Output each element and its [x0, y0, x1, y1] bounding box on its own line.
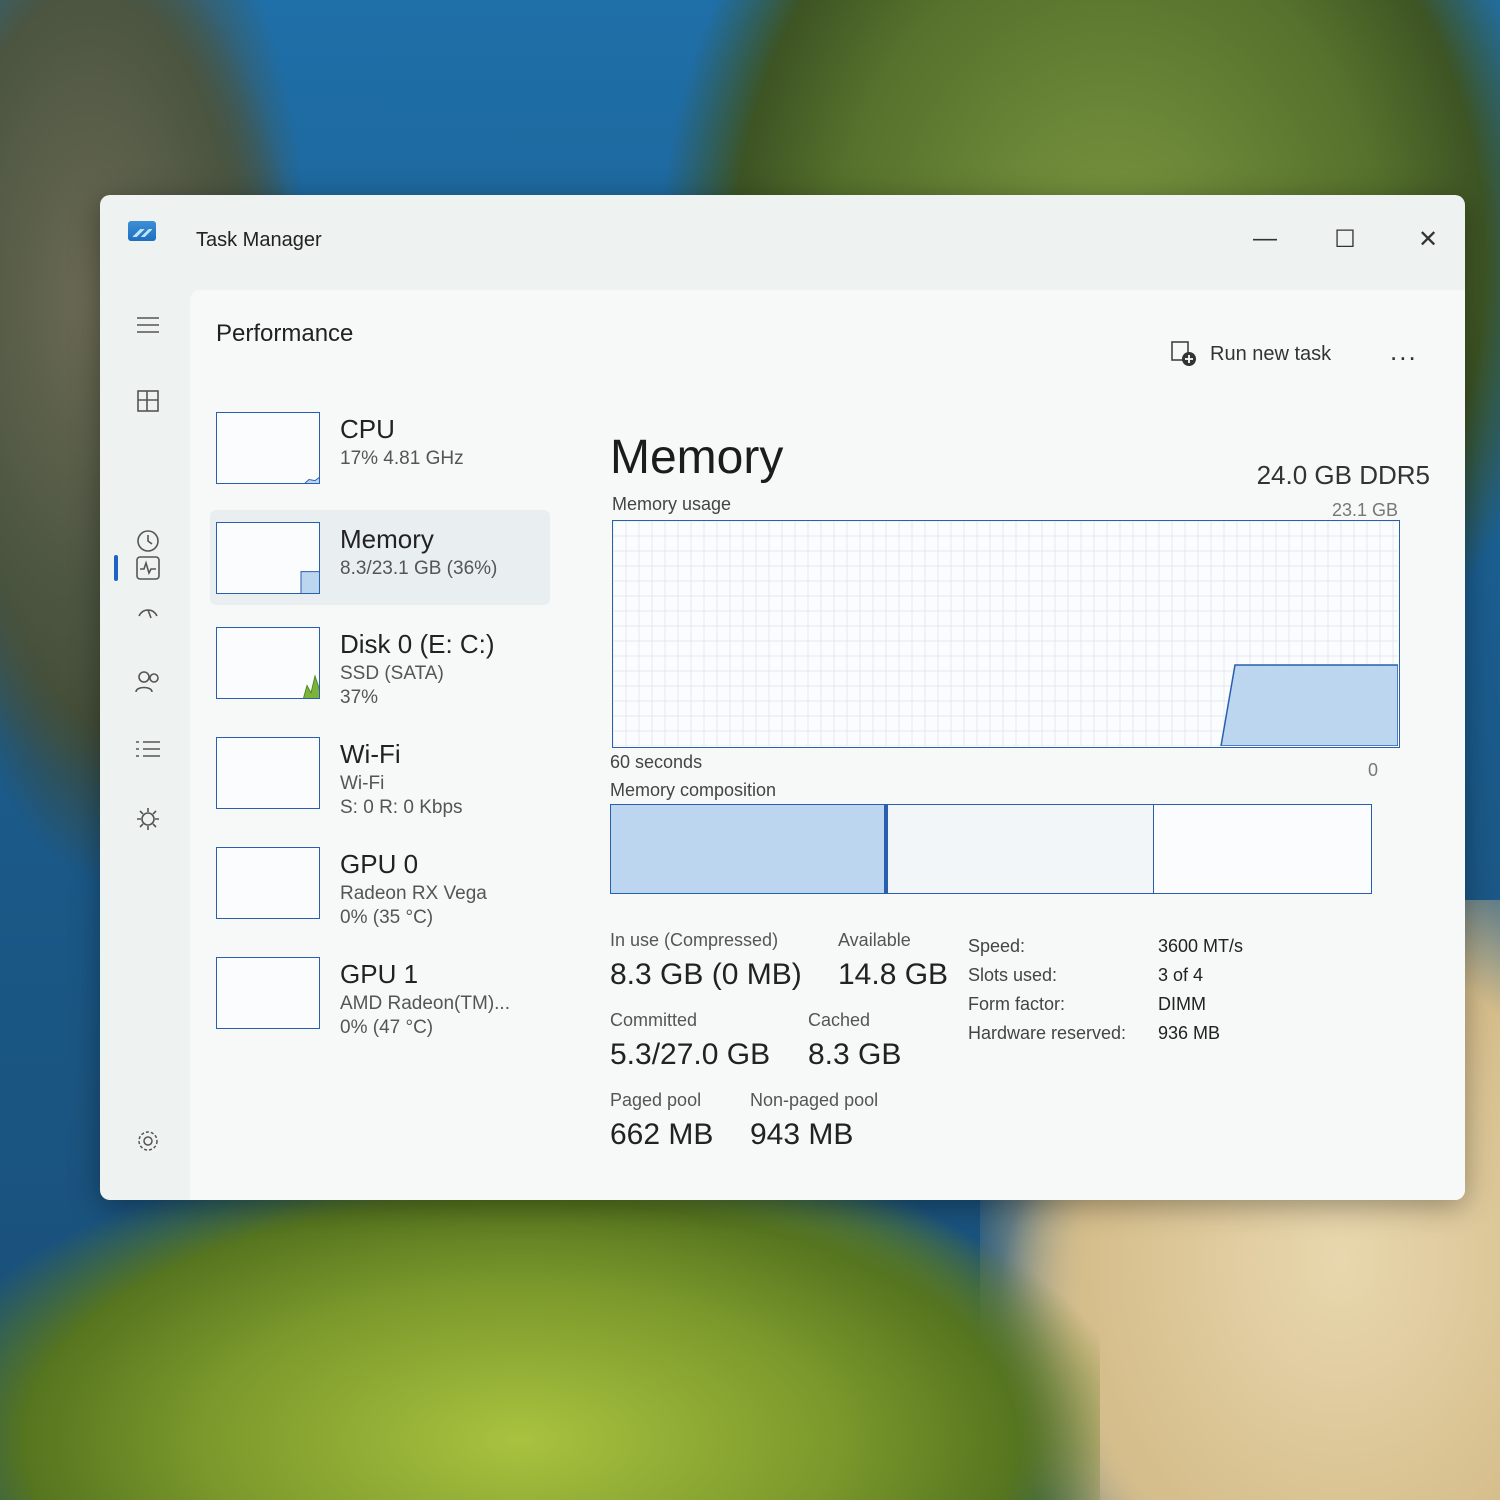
services-icon[interactable] — [130, 801, 166, 837]
minimize-button[interactable]: — — [1235, 219, 1295, 259]
composition-in-use-segment — [611, 805, 885, 893]
form-factor-label: Form factor: — [968, 994, 1066, 1014]
speed-label: Speed: — [968, 936, 1026, 956]
memory-usage-chart — [612, 520, 1399, 747]
non-paged-pool-value: 943 MB — [750, 1118, 854, 1151]
non-paged-pool-label: Non-paged pool — [750, 1090, 879, 1110]
sidebar-item-gpu-0[interactable]: GPU 0 Radeon RX Vega 0% (35 °C) — [210, 835, 550, 930]
time-span-label: 60 seconds — [610, 752, 703, 772]
sidebar-item-detail-2: 37% — [340, 687, 379, 708]
sidebar-item-detail-2: 0% (35 °C) — [340, 907, 434, 928]
in-use-value: 8.3 GB (0 MB) — [610, 958, 802, 991]
zero-label: 0 — [1367, 760, 1378, 780]
memory-usage-label: Memory usage — [612, 494, 732, 514]
run-new-task-button[interactable]: Run new task — [1170, 340, 1331, 368]
sidebar-item-disk-0-e-c[interactable]: Disk 0 (E: C:) SSD (SATA) 37% — [210, 615, 550, 710]
performance-sidebar: CPU 17% 4.81 GHz Memory 8.3/23.1 GB (36%) Di… — [210, 400, 555, 1160]
page-title: Performance — [216, 320, 354, 347]
close-button[interactable]: ✕ — [1398, 219, 1458, 259]
startup-apps-icon[interactable] — [130, 595, 166, 631]
content-pane: Performance Run new task ... CPU 17% 4.81… — [190, 290, 1465, 1200]
sidebar-thumbnail-graph — [216, 737, 320, 809]
more-options-button[interactable]: ... — [1390, 336, 1418, 367]
sidebar-item-detail: Radeon RX Vega — [340, 883, 487, 904]
sidebar-item-name: CPU — [340, 414, 395, 444]
sidebar-item-detail-2: S: 0 R: 0 Kbps — [340, 797, 463, 818]
memory-max-label: 23.1 GB — [1331, 500, 1398, 520]
sidebar-item-detail: SSD (SATA) — [340, 663, 444, 684]
sidebar-item-detail: 17% 4.81 GHz — [340, 448, 464, 469]
run-task-icon — [1171, 341, 1196, 366]
sidebar-item-gpu-1[interactable]: GPU 1 AMD Radeon(TM)... 0% (47 °C) — [210, 945, 550, 1040]
sidebar-thumbnail-graph — [216, 627, 320, 699]
sidebar-item-memory[interactable]: Memory 8.3/23.1 GB (36%) — [210, 510, 550, 605]
sidebar-thumbnail-graph — [216, 847, 320, 919]
app-history-icon[interactable] — [130, 523, 166, 559]
sidebar-item-name: GPU 0 — [340, 849, 419, 879]
maximize-button[interactable]: ☐ — [1315, 219, 1375, 259]
sidebar-item-cpu[interactable]: CPU 17% 4.81 GHz — [210, 400, 550, 495]
sidebar-thumbnail-graph — [216, 412, 320, 484]
sidebar-item-detail: 8.3/23.1 GB (36%) — [340, 558, 498, 579]
nav-active-indicator — [114, 555, 118, 581]
committed-label: Committed — [610, 1010, 698, 1030]
memory-detail-panel: Memory 24.0 GB DDR5 Memory usage 23.1 GB… — [610, 400, 1430, 1190]
cached-label: Cached — [808, 1010, 871, 1030]
slots-used-label: Slots used: — [968, 965, 1058, 985]
run-new-task-label: Run new task — [1210, 342, 1332, 365]
memory-type: 24.0 GB DDR5 — [1256, 460, 1430, 490]
sidebar-item-detail-2: 0% (47 °C) — [340, 1017, 434, 1038]
form-factor-value: DIMM — [1158, 994, 1206, 1014]
sidebar-item-name: Wi-Fi — [340, 739, 401, 769]
sidebar-thumbnail-series — [303, 674, 319, 698]
available-label: Available — [838, 930, 911, 950]
composition-free-segment — [1154, 805, 1371, 893]
slots-used-value: 3 of 4 — [1158, 965, 1204, 985]
speed-value: 3600 MT/s — [1158, 936, 1244, 956]
cached-value: 8.3 GB — [808, 1038, 902, 1071]
sidebar-item-name: GPU 1 — [340, 959, 419, 989]
memory-title: Memory — [610, 431, 784, 484]
memory-usage-area — [1220, 664, 1399, 747]
wallpaper-hill — [0, 1180, 1100, 1500]
memory-usage-graph — [612, 520, 1400, 748]
hardware-reserved-value: 936 MB — [1158, 1023, 1221, 1043]
nav-rail — [100, 285, 190, 1200]
sidebar-item-wi-fi[interactable]: Wi-Fi Wi-Fi S: 0 R: 0 Kbps — [210, 725, 550, 820]
in-use-label: In use (Compressed) — [610, 930, 779, 950]
committed-value: 5.3/27.0 GB — [610, 1038, 771, 1071]
sidebar-thumbnail-series — [304, 477, 319, 483]
details-icon[interactable] — [130, 731, 166, 767]
sidebar-item-name: Memory — [340, 524, 434, 554]
window-title: Task Manager — [196, 229, 322, 251]
composition-standby-segment — [888, 805, 1155, 893]
sidebar-item-name: Disk 0 (E: C:) — [340, 629, 495, 659]
hamburger-icon[interactable] — [130, 307, 166, 343]
task-manager-logo-icon — [128, 221, 156, 241]
sidebar-thumbnail-graph — [216, 522, 320, 594]
task-manager-window: Task Manager — ☐ ✕ Performance Run new t… — [100, 195, 1465, 1200]
users-icon[interactable] — [130, 663, 166, 699]
memory-composition-label: Memory composition — [610, 780, 777, 800]
paged-pool-value: 662 MB — [610, 1118, 714, 1151]
sidebar-item-detail: AMD Radeon(TM)... — [340, 993, 510, 1014]
paged-pool-label: Paged pool — [610, 1090, 702, 1110]
sidebar-item-detail: Wi-Fi — [340, 773, 385, 794]
memory-composition-bar — [610, 804, 1372, 894]
title-bar[interactable]: Task Manager — ☐ ✕ — [100, 195, 1465, 285]
processes-icon[interactable] — [130, 383, 166, 419]
sidebar-thumbnail-graph — [216, 957, 320, 1029]
hardware-reserved-label: Hardware reserved: — [968, 1023, 1127, 1043]
available-value: 14.8 GB — [838, 958, 949, 991]
settings-icon[interactable] — [130, 1123, 166, 1159]
sidebar-thumbnail-series — [300, 571, 319, 593]
